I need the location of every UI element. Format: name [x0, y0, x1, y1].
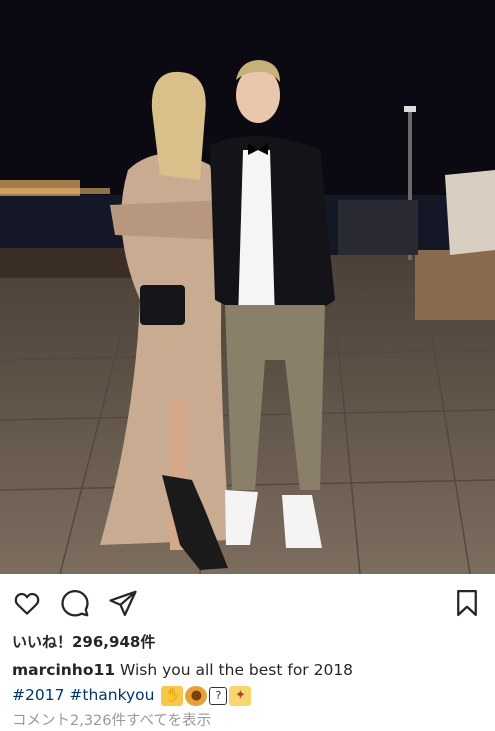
- caption-line-1: marcinho11 Wish you all the best for 201…: [12, 658, 482, 683]
- caption-line-2: #2017 #thankyou ✋ ●? ✦: [12, 683, 482, 708]
- comment-button[interactable]: [58, 586, 92, 620]
- caption-text: Wish you all the best for 2018: [115, 661, 354, 679]
- bookmark-icon: [457, 590, 477, 616]
- post-caption: marcinho11 Wish you all the best for 201…: [12, 658, 482, 708]
- raising-hands-icon: ✋: [161, 685, 184, 706]
- question-box-icon: ?: [209, 686, 228, 705]
- likes-count[interactable]: いいね！296,948件: [12, 631, 155, 652]
- lion-icon: ●: [185, 685, 208, 706]
- post-photo[interactable]: [0, 0, 495, 574]
- party-popper-icon: ✦: [229, 685, 252, 706]
- photo-scene: [0, 0, 495, 574]
- view-all-comments-link[interactable]: コメント2,326件すべてを表示: [12, 709, 211, 730]
- comment-icon: [61, 590, 89, 617]
- hashtag-thankyou[interactable]: #thankyou: [69, 686, 154, 704]
- save-button[interactable]: [450, 586, 484, 620]
- heart-icon: [14, 592, 40, 615]
- like-button[interactable]: [10, 586, 44, 620]
- author-username[interactable]: marcinho11: [12, 661, 115, 679]
- share-button[interactable]: [106, 586, 140, 620]
- share-icon: [109, 590, 137, 616]
- hashtag-2017[interactable]: #2017: [12, 686, 64, 704]
- post-actions-bar: [0, 586, 495, 620]
